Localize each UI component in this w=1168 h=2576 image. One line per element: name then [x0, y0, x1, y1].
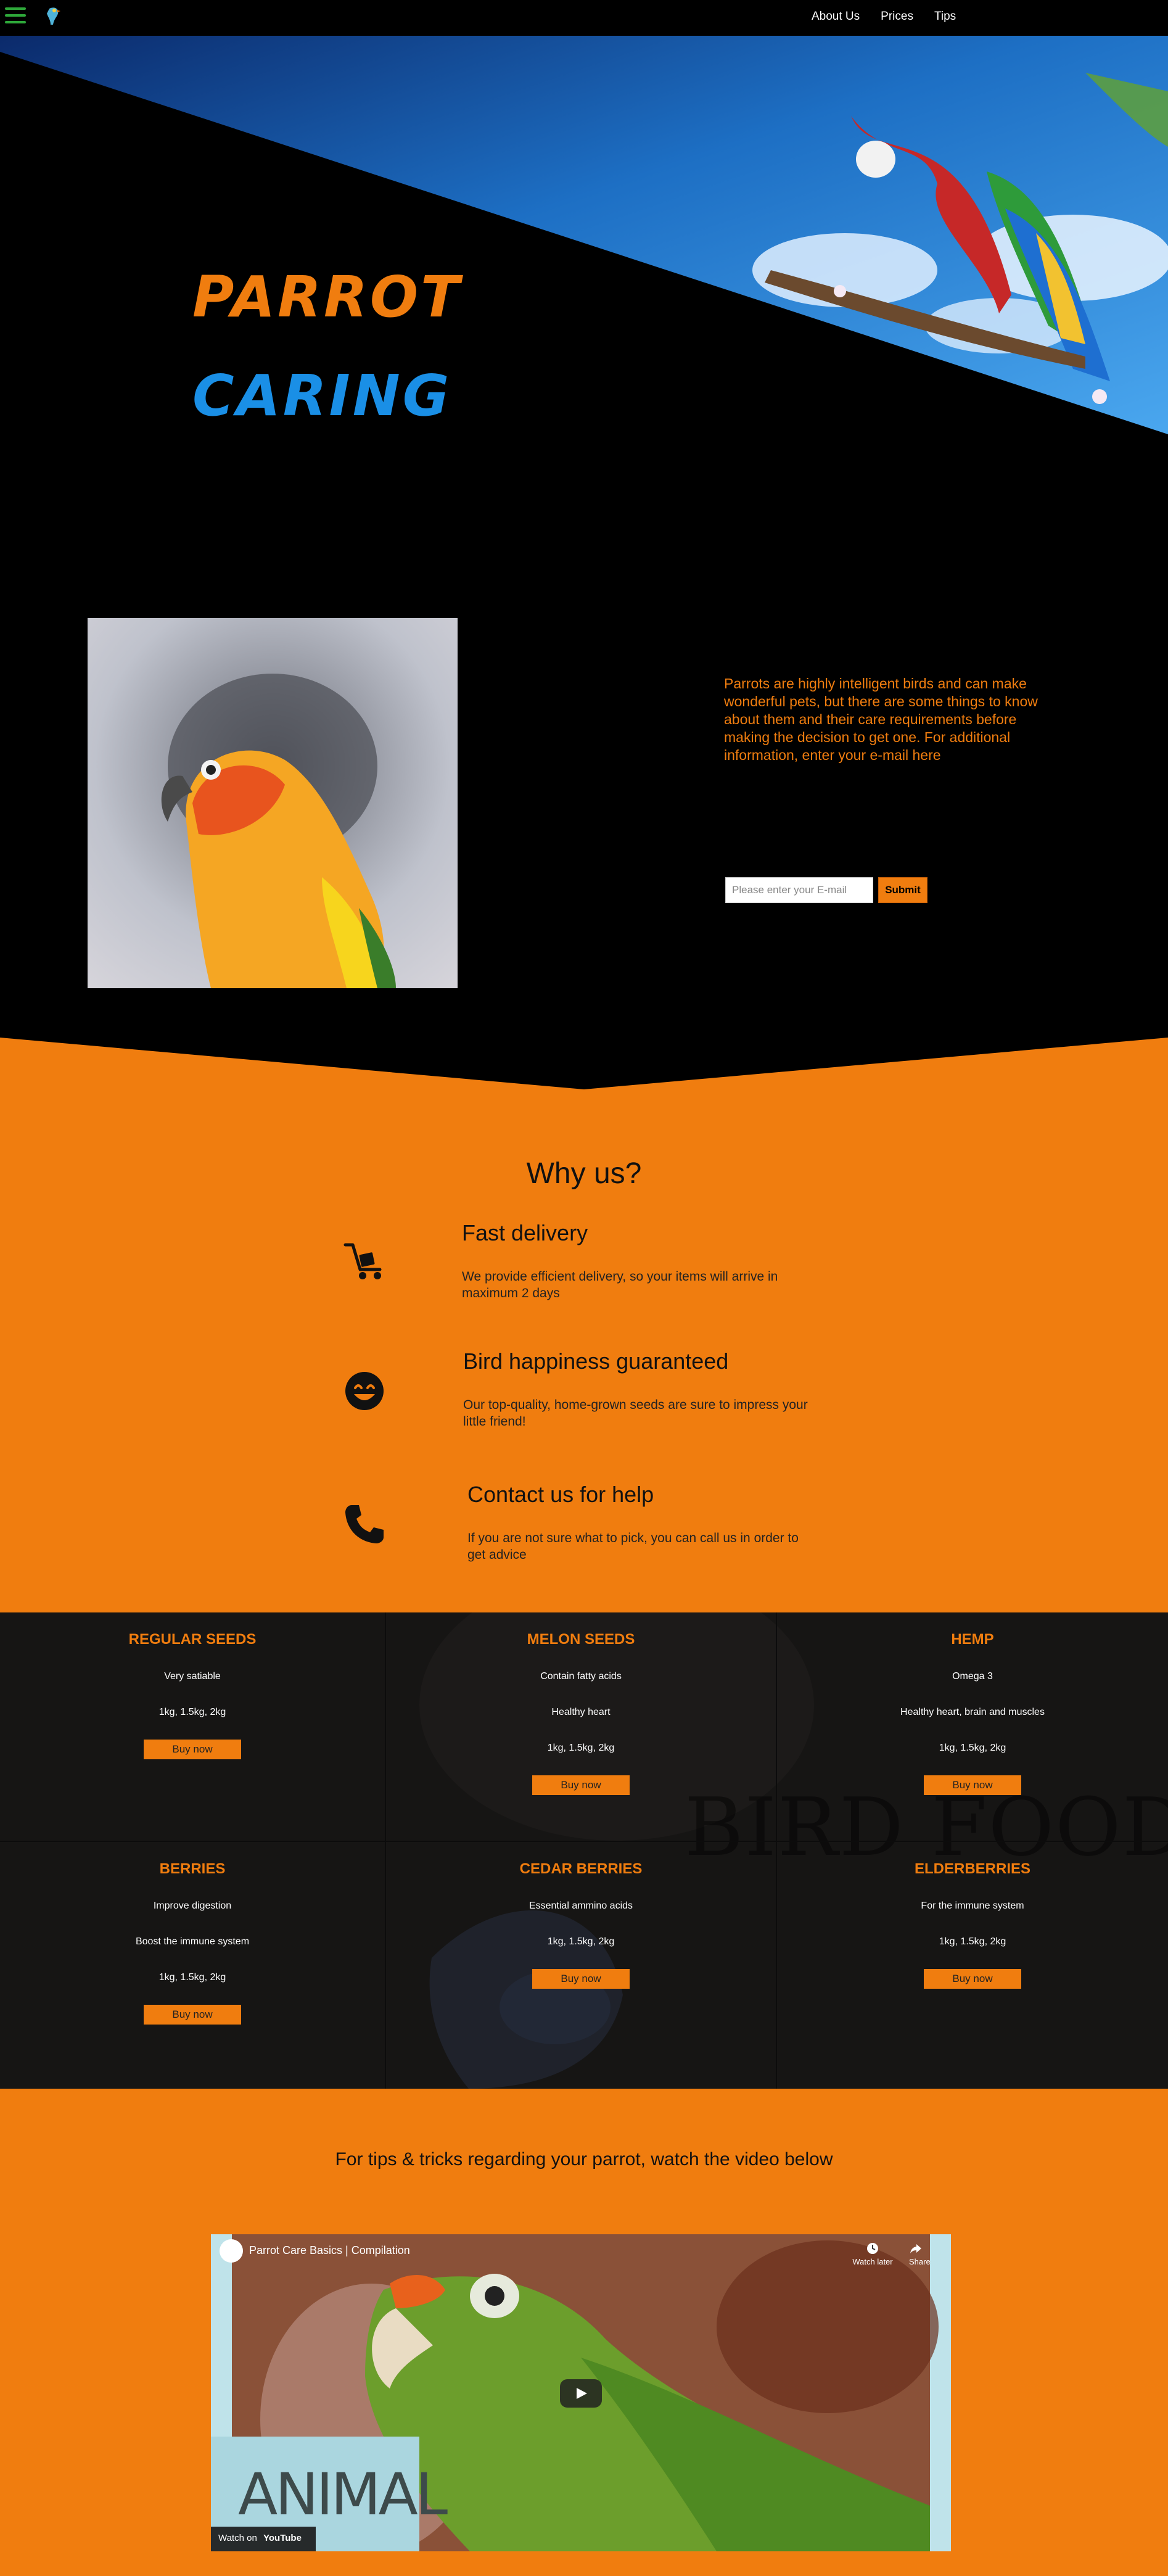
clock-icon: [867, 2243, 878, 2254]
nav-link-about-us[interactable]: About Us: [812, 10, 860, 23]
product-card: CEDAR BERRIES Essential ammino acids 1kg…: [386, 1842, 777, 2089]
hero-section: PARROT CARING: [0, 36, 1168, 568]
top-nav: About Us Prices Tips: [0, 0, 1168, 36]
play-icon: [577, 2388, 587, 2399]
product-title: CEDAR BERRIES: [519, 1860, 643, 1877]
product-feature: Contain fatty acids: [540, 1671, 622, 1682]
nav-links: About Us Prices Tips: [812, 10, 956, 23]
product-feature: 1kg, 1.5kg, 2kg: [158, 1972, 226, 1983]
video-title[interactable]: Parrot Care Basics | Compilation: [249, 2244, 410, 2257]
product-title: REGULAR SEEDS: [128, 1631, 257, 1648]
youtube-logo: YouTube: [263, 2533, 302, 2543]
product-title: MELON SEEDS: [527, 1631, 635, 1648]
product-card: ELDERBERRIES For the immune system 1kg, …: [777, 1842, 1168, 2089]
hamburger-menu-icon[interactable]: [5, 7, 26, 23]
hero-sky-image: [0, 36, 1168, 434]
buy-now-button[interactable]: Buy now: [532, 1775, 630, 1795]
product-feature: Healthy heart, brain and muscles: [900, 1707, 1045, 1717]
delivery-cart-icon: [343, 1243, 382, 1279]
product-feature: Improve digestion: [153, 1901, 232, 1911]
product-feature: Healthy heart: [551, 1707, 611, 1717]
product-feature: For the immune system: [921, 1901, 1024, 1911]
feature-title-happiness: Bird happiness guaranteed: [463, 1348, 729, 1374]
product-title: ELDERBERRIES: [914, 1860, 1031, 1877]
channel-avatar[interactable]: [220, 2239, 243, 2263]
buy-now-button[interactable]: Buy now: [144, 1740, 241, 1759]
why-us-title: Why us?: [526, 1157, 642, 1190]
product-feature: Very satiable: [164, 1671, 221, 1682]
products-section: BIRD FOOD REGULAR SEEDS Very satiable 1k…: [0, 1612, 1168, 2089]
intro-text: Parrots are highly intelligent birds and…: [724, 675, 1038, 763]
nav-link-prices[interactable]: Prices: [881, 10, 913, 23]
product-title: BERRIES: [159, 1860, 226, 1877]
product-feature: Omega 3: [952, 1671, 993, 1682]
buy-now-button[interactable]: Buy now: [532, 1969, 630, 1989]
product-feature: 1kg, 1.5kg, 2kg: [547, 1743, 615, 1753]
product-feature: 1kg, 1.5kg, 2kg: [939, 1743, 1006, 1753]
watch-later-button[interactable]: Watch later: [851, 2242, 894, 2266]
email-input[interactable]: [725, 877, 873, 903]
youtube-video-embed[interactable]: ANIMAL Parrot Care Basics | Compilation …: [211, 2234, 951, 2551]
share-label: Share: [909, 2257, 931, 2266]
product-card: HEMP Omega 3 Healthy heart, brain and mu…: [777, 1612, 1168, 1842]
product-card: MELON SEEDS Contain fatty acids Healthy …: [386, 1612, 777, 1842]
phone-icon: [345, 1505, 384, 1543]
watch-on-youtube-button[interactable]: Watch on YouTube: [211, 2527, 316, 2551]
section-divider: [0, 1038, 1168, 1089]
share-arrow-icon: [910, 2244, 921, 2253]
watch-on-label: Watch on: [218, 2533, 257, 2543]
feature-desc-happiness: Our top-quality, home-grown seeds are su…: [463, 1398, 808, 1429]
feature-desc-delivery: We provide efficient delivery, so your i…: [462, 1269, 778, 1300]
hero-title-line1: PARROT: [192, 264, 462, 330]
product-feature: Essential ammino acids: [528, 1901, 633, 1911]
feature-desc-contact: If you are not sure what to pick, you ca…: [467, 1531, 799, 1562]
hero-title-line2: CARING: [192, 363, 452, 429]
watermark-text: ANIMAL: [238, 2461, 448, 2529]
play-button[interactable]: [560, 2379, 602, 2408]
smiley-face-icon: [345, 1372, 384, 1410]
feature-title-contact: Contact us for help: [467, 1482, 654, 1507]
buy-now-button[interactable]: Buy now: [924, 1969, 1021, 1989]
sun-conure-photo: [88, 618, 458, 988]
video-heading: For tips & tricks regarding your parrot,…: [335, 2149, 833, 2169]
watch-later-label: Watch later: [852, 2257, 893, 2266]
product-feature: 1kg, 1.5kg, 2kg: [939, 1936, 1006, 1947]
product-feature: 1kg, 1.5kg, 2kg: [547, 1936, 615, 1947]
submit-button[interactable]: Submit: [878, 877, 927, 903]
why-us-section: [0, 1038, 1168, 1612]
parrot-logo-icon[interactable]: [41, 4, 65, 28]
nav-link-tips[interactable]: Tips: [934, 10, 956, 23]
product-card: BERRIES Improve digestion Boost the immu…: [0, 1842, 386, 2089]
product-card: REGULAR SEEDS Very satiable 1kg, 1.5kg, …: [0, 1612, 386, 1842]
buy-now-button[interactable]: Buy now: [144, 2005, 241, 2025]
product-feature: 1kg, 1.5kg, 2kg: [158, 1707, 226, 1717]
share-button[interactable]: Share: [909, 2242, 931, 2266]
feature-title-delivery: Fast delivery: [462, 1220, 588, 1245]
product-title: HEMP: [951, 1631, 994, 1648]
buy-now-button[interactable]: Buy now: [924, 1775, 1021, 1795]
product-feature: Boost the immune system: [135, 1936, 250, 1947]
